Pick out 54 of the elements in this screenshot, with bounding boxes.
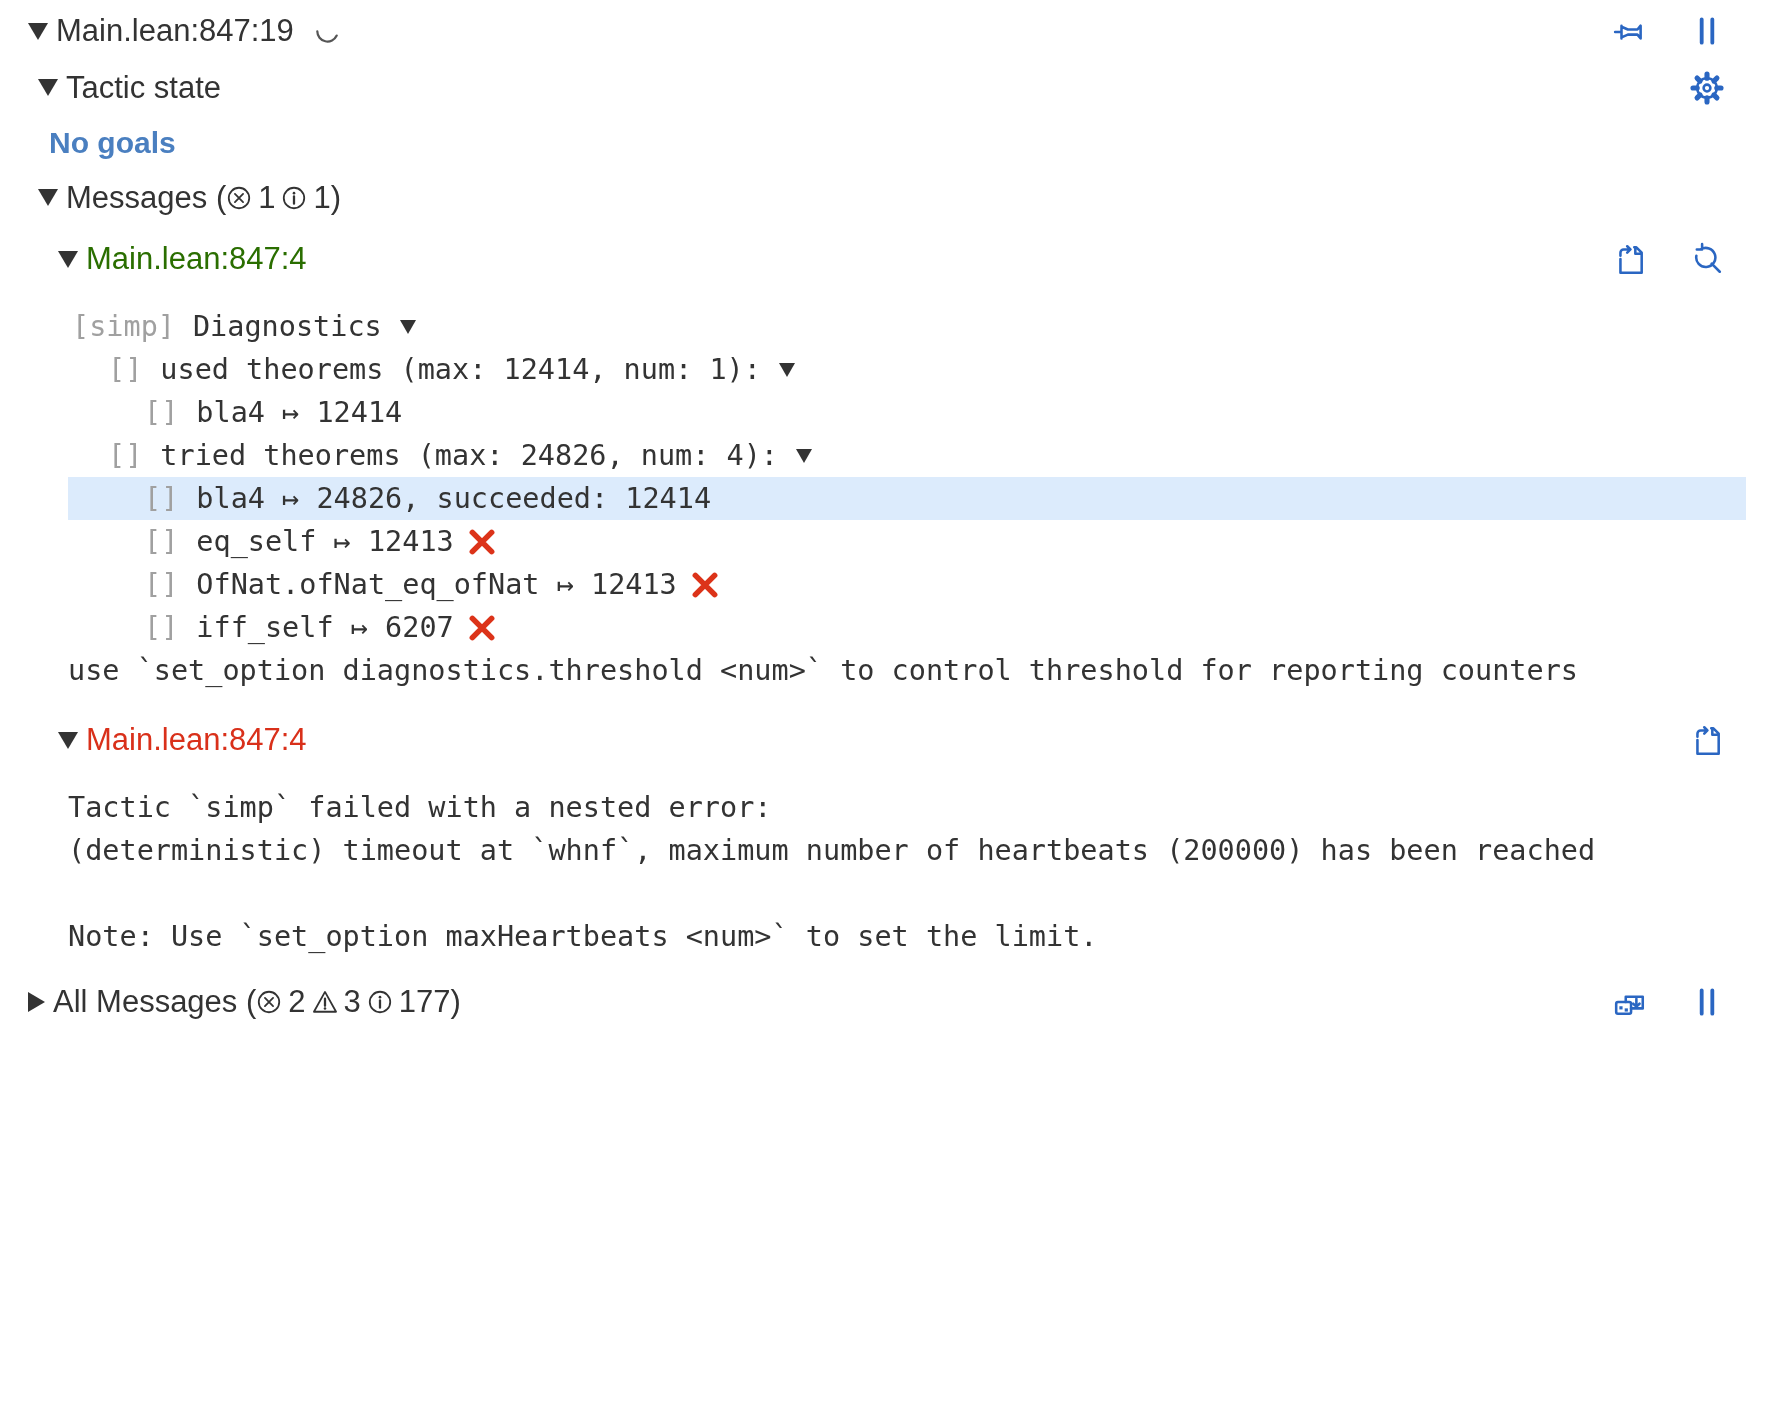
disclosure-triangle[interactable] xyxy=(58,250,78,268)
diagnostic-text: OfNat.ofNat_eq_ofNat ↦ 12413 xyxy=(196,568,677,601)
message-count: 3 xyxy=(343,983,361,1020)
diagnostic-text: bla4 ↦ 24826, succeeded: 12414 xyxy=(196,482,712,515)
goals-status: No goals xyxy=(49,125,176,160)
info-icon xyxy=(281,184,308,211)
disclosure-triangle[interactable] xyxy=(796,448,813,463)
diagnostic-text: used theorems (max: 12414, num: 1): xyxy=(160,353,761,386)
error-icon xyxy=(226,184,253,211)
trace-class-tag: [] xyxy=(144,482,179,515)
diagnostic-row[interactable]: [] used theorems (max: 12414, num: 1): xyxy=(68,348,1746,391)
message-count: 1 xyxy=(258,179,276,216)
disclosure-triangle[interactable] xyxy=(28,991,45,1012)
error-message: Note: Use `set_option maxHeartbeats <num>` to set the limit. xyxy=(68,919,1099,955)
error-icon xyxy=(256,988,283,1015)
trace-class-tag: [] xyxy=(144,611,179,644)
info-icon xyxy=(366,988,393,1015)
trace-class-tag: [] xyxy=(144,568,179,601)
settings-icon[interactable] xyxy=(1690,70,1724,105)
diagnostic-row[interactable]: [] tried theorems (max: 24826, num: 4): xyxy=(68,434,1746,477)
trace-class-tag: [] xyxy=(108,439,143,472)
diagnostic-text: tried theorems (max: 24826, num: 4): xyxy=(160,439,779,472)
warning-icon xyxy=(311,988,338,1015)
message-count: 177) xyxy=(398,983,461,1020)
trace-class-tag: [simp] xyxy=(72,310,175,343)
disclosure-triangle[interactable] xyxy=(28,22,48,40)
trace-class-tag: [] xyxy=(108,353,143,386)
disclosure-triangle[interactable] xyxy=(399,319,416,334)
disclosure-triangle[interactable] xyxy=(778,362,795,377)
section-title: Messages ( xyxy=(66,179,227,216)
trace-class-tag: [] xyxy=(144,525,179,558)
section-title: All Messages ( xyxy=(53,983,257,1020)
diagnostic-row[interactable]: [simp] Diagnostics xyxy=(68,305,1746,348)
diagnostic-text: iff_self ↦ 6207 xyxy=(196,611,454,644)
disclosure-triangle[interactable] xyxy=(38,189,58,206)
diagnostic-row[interactable]: [] bla4 ↦ 24826, succeeded: 12414 xyxy=(68,477,1746,520)
diagnostic-text: eq_self ↦ 12413 xyxy=(196,525,454,558)
message-count: 1) xyxy=(313,179,342,216)
trace-class-tag: [] xyxy=(144,396,179,429)
diagnostic-row[interactable]: [] bla4 ↦ 12414 xyxy=(68,391,1746,434)
diagnostic-text: Diagnostics xyxy=(192,310,382,343)
diagnostic-row[interactable]: [] OfNat.ofNat_eq_ofNat ↦ 12413 xyxy=(68,563,1746,606)
disclosure-triangle[interactable] xyxy=(58,731,78,749)
message-location: Main.lean:847:4 xyxy=(86,241,307,277)
diagnostic-row[interactable]: [] eq_self ↦ 12413 xyxy=(68,520,1746,563)
message-count: 2 xyxy=(288,983,306,1020)
diagnostics-hint: use `set_option diagnostics.threshold <num>` to control threshold for reporting counters xyxy=(68,653,1579,689)
diagnostic-row[interactable]: [] iff_self ↦ 6207 xyxy=(68,606,1746,649)
error-message: Tactic `simp` failed with a nested error: (deterministic) timeout at `whnf`, maximum number of heartbeats (200000) has been reached xyxy=(68,790,1597,869)
diagnostic-text: bla4 ↦ 12414 xyxy=(196,396,403,429)
message-location: Main.lean:847:4 xyxy=(86,722,307,758)
section-title: Tactic state xyxy=(66,69,222,106)
disclosure-triangle[interactable] xyxy=(38,79,58,96)
goal-location: Main.lean:847:19 xyxy=(56,13,294,49)
